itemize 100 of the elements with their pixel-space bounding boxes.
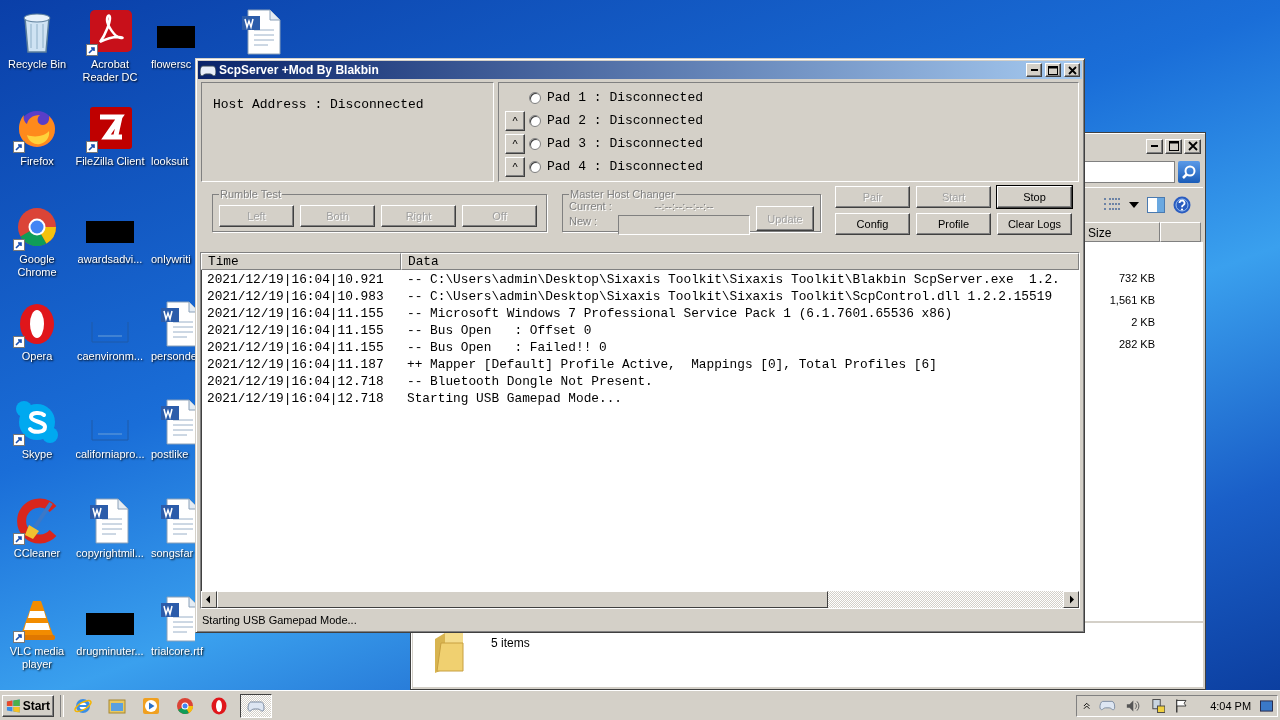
icon-label[interactable]: Recycle Bin (7, 58, 67, 71)
table-cell-text: 2021/12/19|16:04|10.983 (206, 289, 385, 304)
icon-label[interactable]: postlike (151, 448, 189, 461)
icon-label[interactable]: Skype (21, 448, 53, 461)
column-header[interactable]: Time (201, 253, 401, 270)
maximize-icon (1168, 141, 1179, 151)
file-size: 282 KB (1118, 338, 1155, 350)
field-label: New : (569, 215, 599, 229)
table-cell-text: -- C:\Users\admin\Desktop\Sixaxis Toolkit\Sixaxis Toolkit\ScpControl.dll 1.2.2.15519 (406, 289, 1053, 304)
close-icon (1067, 65, 1077, 75)
folder-icon (433, 631, 465, 673)
cloud-icon[interactable] (13, 398, 61, 446)
circle-logo-icon (176, 696, 194, 715)
search-button[interactable] (1178, 161, 1200, 183)
table-cell-text: 2021/12/19|16:04|12.718 (206, 391, 385, 406)
icon-label[interactable]: awardsadvi... (77, 253, 143, 266)
host-address: Host Address : Disconnected (213, 97, 424, 112)
maximize-button[interactable] (1165, 138, 1182, 154)
table-cell-text: 2021/12/19|16:04|11.155 (206, 306, 385, 321)
icon-label[interactable]: songsfar (151, 547, 194, 560)
search-icon (1181, 164, 1197, 180)
dropdown-arrow-icon[interactable] (1129, 202, 1139, 208)
browser-e-icon (74, 696, 92, 715)
table-cell-text: 2021/12/19|16:04|11.155 (206, 323, 385, 338)
chevron-up-icon[interactable] (1083, 701, 1091, 710)
start-button[interactable]: Start (2, 694, 54, 717)
ring-icon (210, 696, 228, 715)
icon-label[interactable]: caenvironm... (77, 350, 143, 363)
table-cell-text: 2021/12/19|16:04|10.921 (206, 272, 385, 287)
icon-label[interactable]: VLC media player (0, 645, 74, 671)
action-button[interactable]: Config (835, 213, 910, 235)
clock[interactable]: 4:04 PM (1210, 699, 1252, 712)
table-cell-text: 2021/12/19|16:04|12.718 (206, 374, 385, 389)
pad-status: Pad 3 : Disconnected (547, 136, 704, 151)
move-up-button[interactable]: ^ (505, 110, 525, 131)
maximize-button[interactable] (1045, 63, 1061, 77)
start-label: Start (22, 698, 50, 713)
icon-label[interactable]: Acrobat Reader DC (73, 58, 147, 84)
table-cell-text: -- Bus Open : Offset 0 (406, 323, 592, 338)
table-cell-text: Starting USB Gamepad Mode... (406, 391, 623, 406)
current-host-value: --:--:--:--:--:-- (653, 200, 715, 214)
minimize-button[interactable] (1146, 138, 1163, 154)
play-icon (142, 696, 160, 715)
gamepad-icon (200, 64, 216, 76)
group-title: Master Host Changer (569, 188, 676, 200)
minimize-button[interactable] (1026, 63, 1042, 77)
icon-label[interactable]: FileZilla Client (75, 155, 145, 168)
icon-label[interactable]: copyrightmil... (76, 547, 144, 560)
column-header[interactable]: Data (401, 253, 1079, 270)
table-cell-text: 2021/12/19|16:04|11.155 (206, 340, 385, 355)
show-desktop-icon[interactable] (1260, 699, 1273, 712)
minimize-icon (1030, 69, 1038, 71)
file-size: 732 KB (1118, 272, 1155, 284)
icon-label[interactable]: Firefox (20, 155, 54, 168)
horizontal-scrollbar[interactable] (201, 591, 1079, 608)
file-size: 2 KB (1131, 316, 1155, 328)
icon-label[interactable]: personde (151, 350, 197, 363)
search-field[interactable] (1083, 161, 1175, 183)
action-button[interactable]: Profile (916, 213, 991, 235)
group-title: Rumble Test (219, 188, 282, 200)
icon-label[interactable]: californiapro... (75, 448, 145, 461)
minimize-icon (1151, 145, 1158, 147)
table-cell-text: 2021/12/19|16:04|11.187 (206, 357, 385, 372)
file-size: 1,561 KB (1109, 294, 1155, 306)
table-cell-text: -- Bluetooth Dongle Not Present. (406, 374, 653, 389)
action-button[interactable]: Clear Logs (997, 213, 1072, 235)
table-cell-text: ++ Mapper [Default] Profile Active, Mappings [0], Total Profiles [6] (406, 357, 937, 372)
action-button[interactable]: Stop (997, 186, 1072, 208)
item-count: 5 items (491, 636, 530, 650)
windows-logo-icon (6, 698, 21, 713)
help-icon[interactable] (1173, 196, 1191, 214)
maximize-icon (1048, 65, 1058, 75)
move-up-button[interactable]: ^ (505, 156, 525, 177)
close-button[interactable] (1064, 63, 1080, 77)
folder-icon (108, 696, 126, 715)
flag-icon[interactable] (1174, 697, 1190, 714)
move-up-button[interactable]: ^ (505, 133, 525, 154)
close-button[interactable] (1184, 138, 1201, 154)
icon-label[interactable]: CCleaner (13, 547, 61, 560)
preview-pane-icon[interactable] (1147, 197, 1165, 213)
icon-label[interactable]: Opera (21, 350, 53, 363)
window-title: ScpServer +Mod By Blakbin (219, 63, 380, 77)
table-cell-text: -- Bus Open : Failed!! 0 (406, 340, 607, 355)
icon-label[interactable]: looksuit (151, 155, 189, 168)
column-header[interactable]: Size (1084, 222, 1160, 242)
icon-label[interactable]: onlywriti (151, 253, 191, 266)
icon-label[interactable]: Google Chrome (0, 253, 74, 279)
input-field[interactable] (617, 215, 750, 235)
column-header[interactable] (1160, 222, 1201, 242)
field-label: Current : (569, 200, 612, 214)
taskbar-button[interactable] (240, 693, 272, 718)
network-icon[interactable] (1150, 697, 1166, 714)
pad-status: Pad 1 : Disconnected (547, 90, 704, 105)
table-cell-text: -- C:\Users\admin\Desktop\Sixaxis Toolkit\Sixaxis Toolkit\Blakbin ScpServer.exe 1.2. (406, 272, 1060, 287)
status-text: Starting USB Gamepad Mode... (202, 614, 357, 626)
pad-status: Pad 4 : Disconnected (547, 159, 704, 174)
view-list-icon[interactable] (1103, 197, 1121, 213)
table-cell-text: -- Microsoft Windows 7 Professional Service Pack 1 (6.1.7601.65536 x86) (406, 306, 953, 321)
pad-status: Pad 2 : Disconnected (547, 113, 704, 128)
icon-label[interactable]: flowersc (151, 58, 192, 71)
